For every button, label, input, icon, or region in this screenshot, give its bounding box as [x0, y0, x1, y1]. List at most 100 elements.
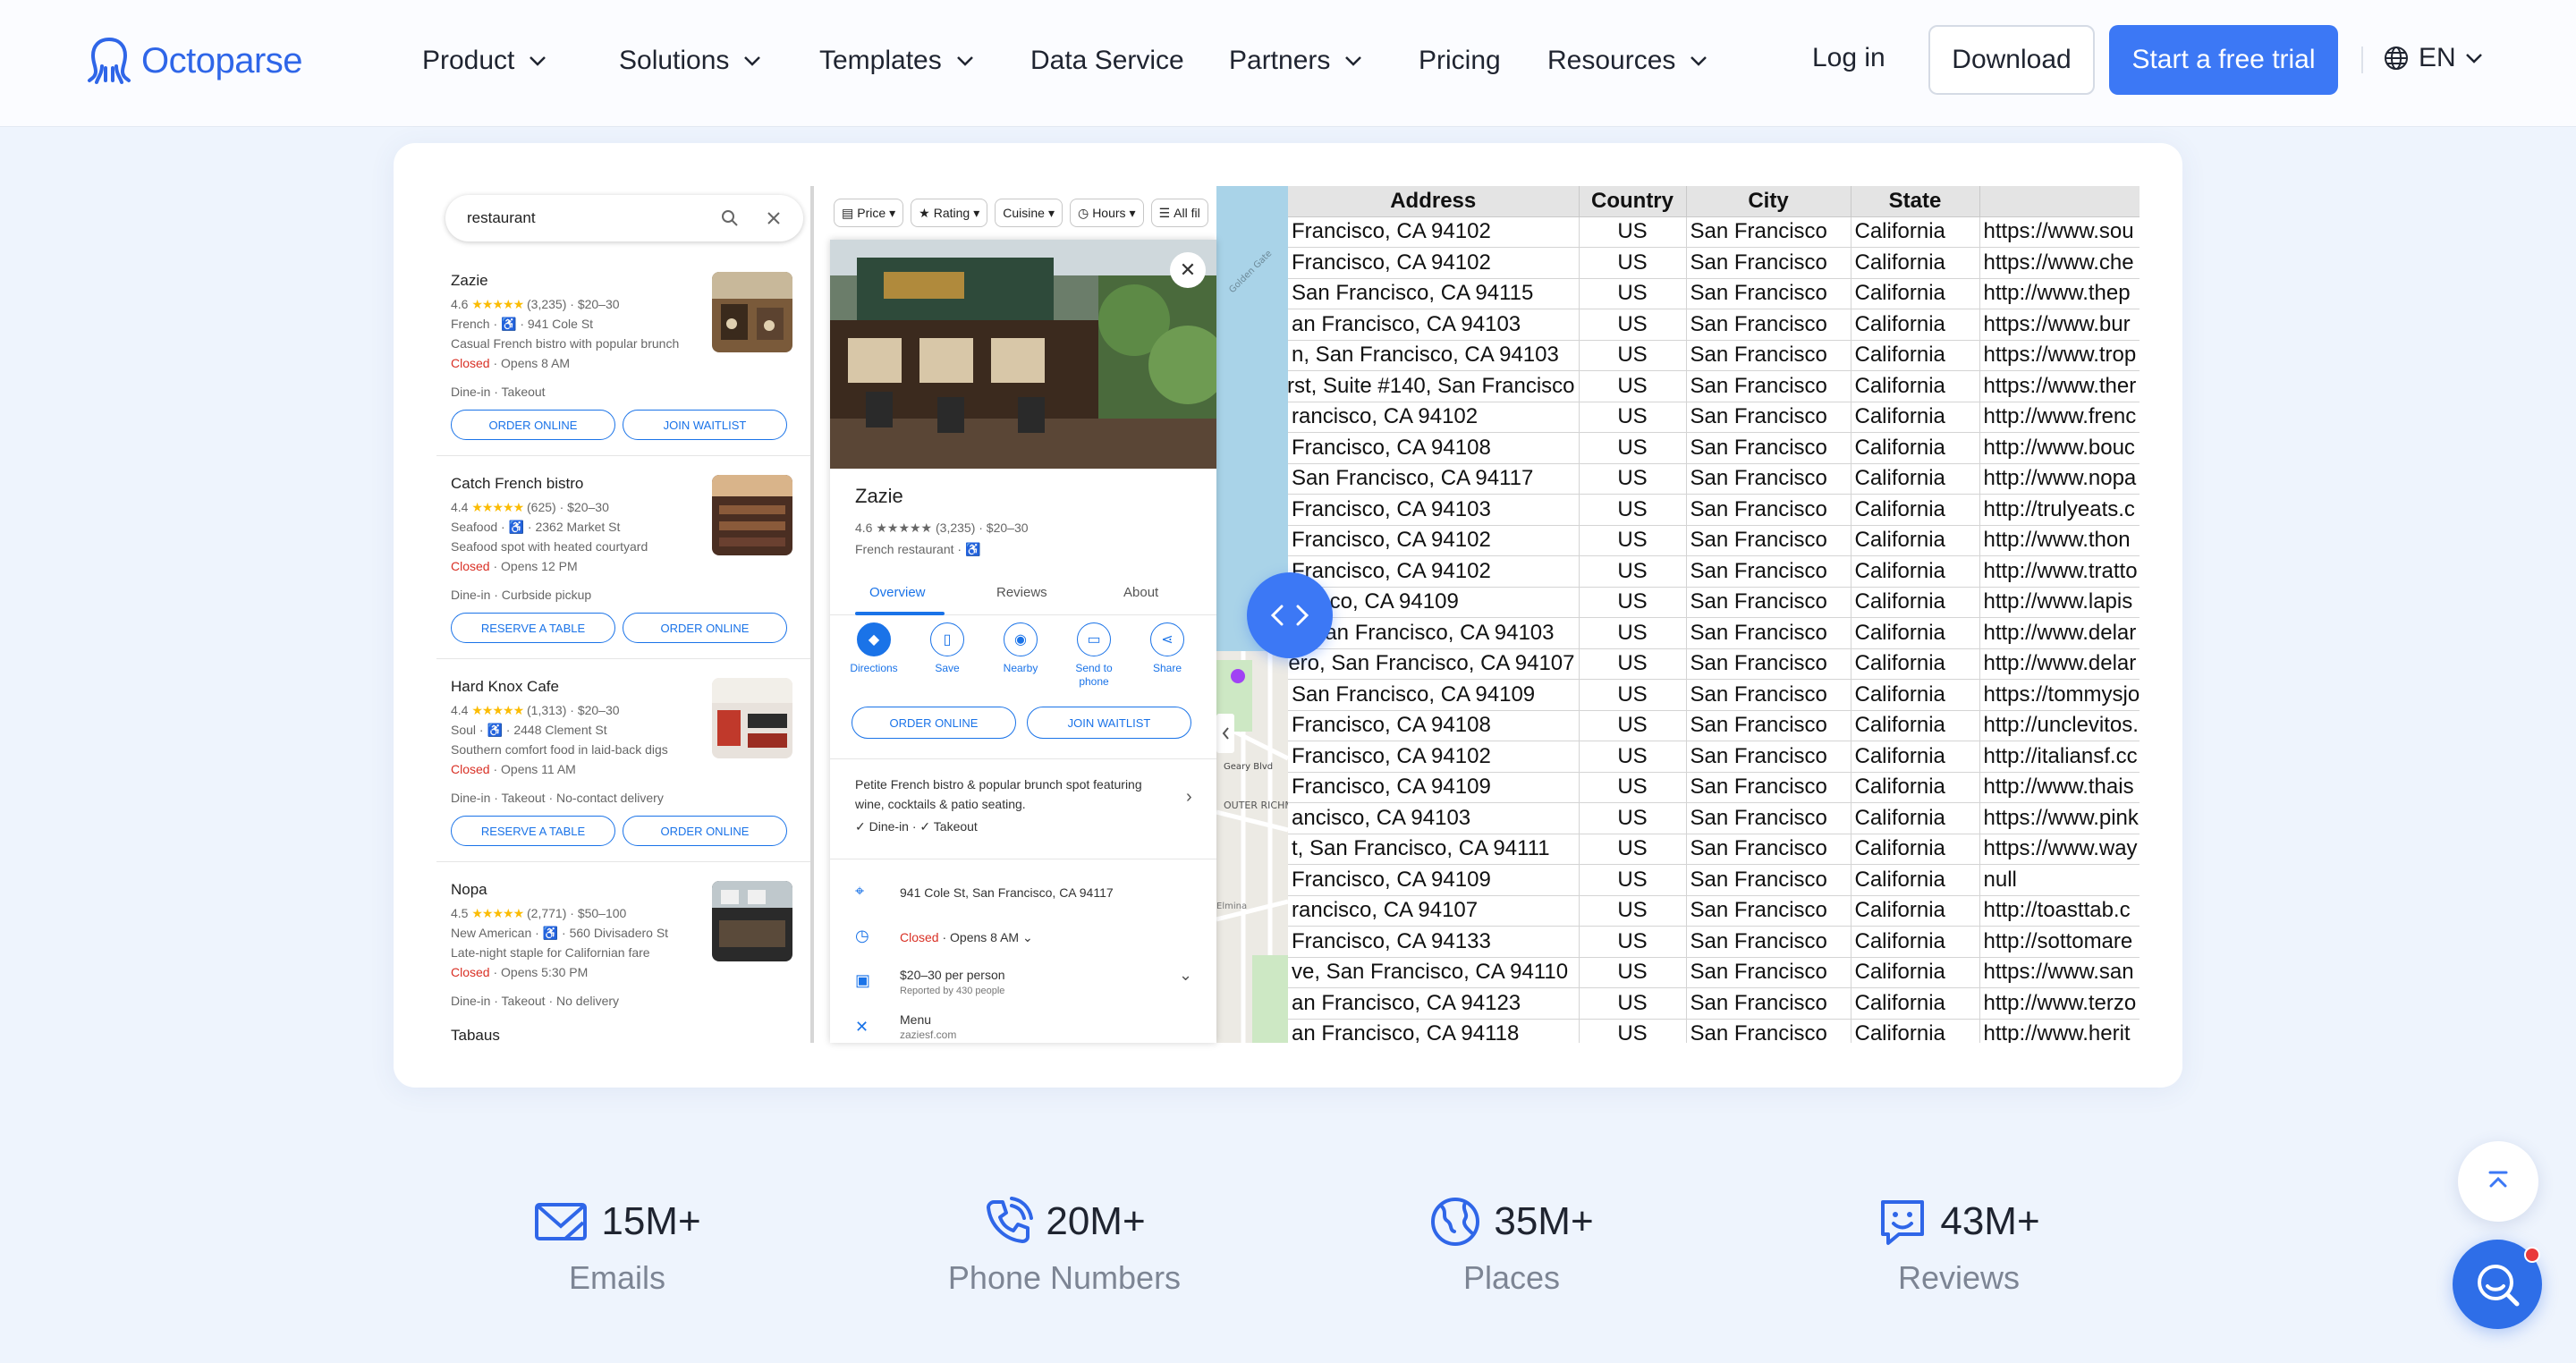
- nav-label: Pricing: [1419, 46, 1501, 75]
- free-trial-button[interactable]: Start a free trial: [2109, 25, 2338, 95]
- cell-state: California: [1851, 741, 1980, 773]
- nav-partners[interactable]: Partners: [1229, 39, 1419, 82]
- place-rating: 4.4 ★★★★★ (625) · $20–30: [451, 500, 609, 514]
- carousel-switch-button[interactable]: [1247, 572, 1333, 658]
- cell-address: ‪Francisco, CA 94103‬: [1288, 494, 1580, 526]
- nav-templates[interactable]: Templates: [819, 39, 1030, 82]
- detail-hours[interactable]: Closed · Opens 8 AM ⌄: [900, 930, 1033, 945]
- place-result[interactable]: Nopa 4.5 ★★★★★ (2,771) · $50–100 New Ame…: [436, 863, 810, 1043]
- nav-data-service[interactable]: Data Service: [1030, 39, 1229, 82]
- filter-rating[interactable]: ★ Rating ▾: [911, 199, 988, 227]
- chat-search-icon: [2478, 1265, 2520, 1307]
- filter-all[interactable]: ☰ All fil: [1150, 199, 1208, 227]
- place-services: Dine-in · Takeout · No-contact delivery: [451, 791, 664, 805]
- place-result[interactable]: Catch French bistro 4.4 ★★★★★ (625) · $2…: [436, 457, 810, 659]
- cell-address: ‪Francisco, CA 94108‬: [1288, 432, 1580, 464]
- share-button[interactable]: ⋖ Share: [1134, 622, 1200, 675]
- tab-reviews[interactable]: Reviews: [996, 585, 1047, 600]
- place-description: Late-night staple for Californian fare: [451, 945, 650, 960]
- stat-label: Phone Numbers: [947, 1259, 1182, 1296]
- directions-button[interactable]: ◆ Directions: [841, 622, 907, 675]
- order-online-button[interactable]: ORDER ONLINE: [623, 816, 787, 846]
- globe-icon: [1431, 1198, 1480, 1246]
- cell-country: US: [1579, 617, 1687, 649]
- stat-phone-numbers: 20M+ Phone Numbers: [886, 1197, 1243, 1297]
- chevron-down-icon: [956, 56, 973, 66]
- cell-city: San Francisco: [1686, 216, 1852, 248]
- order-online-button[interactable]: ORDER ONLINE: [623, 613, 787, 643]
- scraped-data-sheet: Address Country City State ‪Francisco, C…: [1288, 186, 2140, 1043]
- cell-address: ‪Francisco, CA 94102‬: [1288, 216, 1580, 248]
- octopus-logo-icon: [88, 38, 131, 84]
- nav-resources[interactable]: Resources: [1547, 39, 1726, 82]
- column-header-country: Country: [1579, 186, 1687, 217]
- detail-price-note: Reported by 430 people: [900, 986, 1005, 996]
- table-row: ‪ancisco, CA 94103‬ US San Francisco Califo…: [1288, 802, 2140, 834]
- detail-address[interactable]: 941 Cole St, San Francisco, CA 94117: [900, 885, 1114, 900]
- join-waitlist-button[interactable]: JOIN WAITLIST: [623, 410, 787, 440]
- table-row: ‪San Francisco, CA 94117‬ US San Francisco…: [1288, 463, 2140, 495]
- dropdown-arrow-icon: ▾: [973, 205, 980, 220]
- place-hours: Closed · Opens 11 AM: [451, 762, 576, 776]
- brand-logo[interactable]: Octoparse: [86, 36, 303, 86]
- place-hero-photo: [830, 240, 1216, 469]
- chevron-down-icon[interactable]: ⌄: [1179, 966, 1192, 985]
- cell-website: http://www.lapis: [1979, 587, 2140, 618]
- join-waitlist-button[interactable]: JOIN WAITLIST: [1027, 707, 1191, 739]
- tab-about[interactable]: About: [1123, 585, 1158, 600]
- cell-country: US: [1579, 1019, 1687, 1043]
- save-button[interactable]: ▯ Save: [914, 622, 980, 675]
- stat-emails: 15M+ Emails: [438, 1197, 796, 1297]
- cell-country: US: [1579, 525, 1687, 556]
- table-row: ‪Francisco, CA 94102‬ US San Francisco Cali…: [1288, 741, 2140, 773]
- place-result[interactable]: Zazie 4.6 ★★★★★ (3,235) · $20–30 French …: [436, 254, 810, 456]
- reserve-table-button[interactable]: RESERVE A TABLE: [451, 613, 615, 643]
- cell-city: San Francisco: [1686, 402, 1852, 433]
- close-icon[interactable]: [766, 210, 782, 226]
- cell-address: ‪Francisco, CA 94109‬: [1288, 772, 1580, 803]
- filter-hours[interactable]: ◷ Hours ▾: [1069, 199, 1144, 227]
- maps-search-box[interactable]: restaurant: [445, 195, 803, 241]
- cell-address: ‪Francisco, CA 94109‬: [1288, 864, 1580, 896]
- filter-price[interactable]: ▤ Price ▾: [834, 199, 904, 227]
- cell-city: San Francisco: [1686, 1019, 1852, 1043]
- nav-solutions[interactable]: Solutions: [619, 39, 819, 82]
- language-selector[interactable]: EN: [2383, 43, 2483, 73]
- reserve-table-button[interactable]: RESERVE A TABLE: [451, 816, 615, 846]
- detail-menu-url[interactable]: zaziesf.com: [900, 1029, 956, 1041]
- column-header-state: State: [1851, 186, 1980, 217]
- filter-cuisine[interactable]: Cuisine ▾: [995, 199, 1063, 227]
- chevron-right-icon[interactable]: ›: [1186, 787, 1192, 808]
- table-row: ‪Francisco, CA 94108‬ US San Francisco Cali…: [1288, 710, 2140, 741]
- back-to-top-button[interactable]: [2458, 1141, 2538, 1222]
- table-row: ‪Francisco, CA 94109‬ US San Francisco Cali…: [1288, 772, 2140, 803]
- detail-place-name: Zazie: [855, 485, 903, 507]
- tab-overview[interactable]: Overview: [869, 585, 926, 600]
- cell-city: San Francisco: [1686, 555, 1852, 588]
- cell-state: California: [1851, 864, 1980, 896]
- price-icon: ▣: [855, 971, 871, 989]
- nav-label: Solutions: [619, 46, 730, 75]
- nearby-button[interactable]: ◉ Nearby: [987, 622, 1054, 675]
- divider: [830, 758, 1216, 759]
- send-to-phone-button[interactable]: ▭ Send to phone: [1061, 622, 1127, 689]
- place-result[interactable]: Hard Knox Cafe 4.4 ★★★★★ (1,313) · $20–3…: [436, 660, 810, 862]
- nav-product[interactable]: Product: [422, 39, 619, 82]
- download-button[interactable]: Download: [1928, 25, 2095, 95]
- cell-website: https://www.san: [1979, 957, 2140, 988]
- cell-city: San Francisco: [1686, 494, 1852, 526]
- search-icon[interactable]: [721, 209, 739, 227]
- place-category: New American · ♿ · 560 Divisadero St: [451, 926, 669, 940]
- order-online-button[interactable]: ORDER ONLINE: [852, 707, 1016, 739]
- login-link[interactable]: Log in: [1812, 43, 1885, 73]
- order-online-button[interactable]: ORDER ONLINE: [451, 410, 615, 440]
- table-row: ‪Francisco, CA 94102‬ US San Francisco Cali…: [1288, 525, 2140, 556]
- cell-state: California: [1851, 555, 1980, 588]
- cell-city: San Francisco: [1686, 278, 1852, 309]
- cell-website: http://www.frenc: [1979, 402, 2140, 433]
- cell-city: San Francisco: [1686, 741, 1852, 773]
- close-icon[interactable]: ✕: [1170, 252, 1206, 288]
- cell-country: US: [1579, 370, 1687, 402]
- nav-pricing[interactable]: Pricing: [1419, 39, 1547, 82]
- place-name-partial: Tabaus: [451, 1027, 500, 1043]
